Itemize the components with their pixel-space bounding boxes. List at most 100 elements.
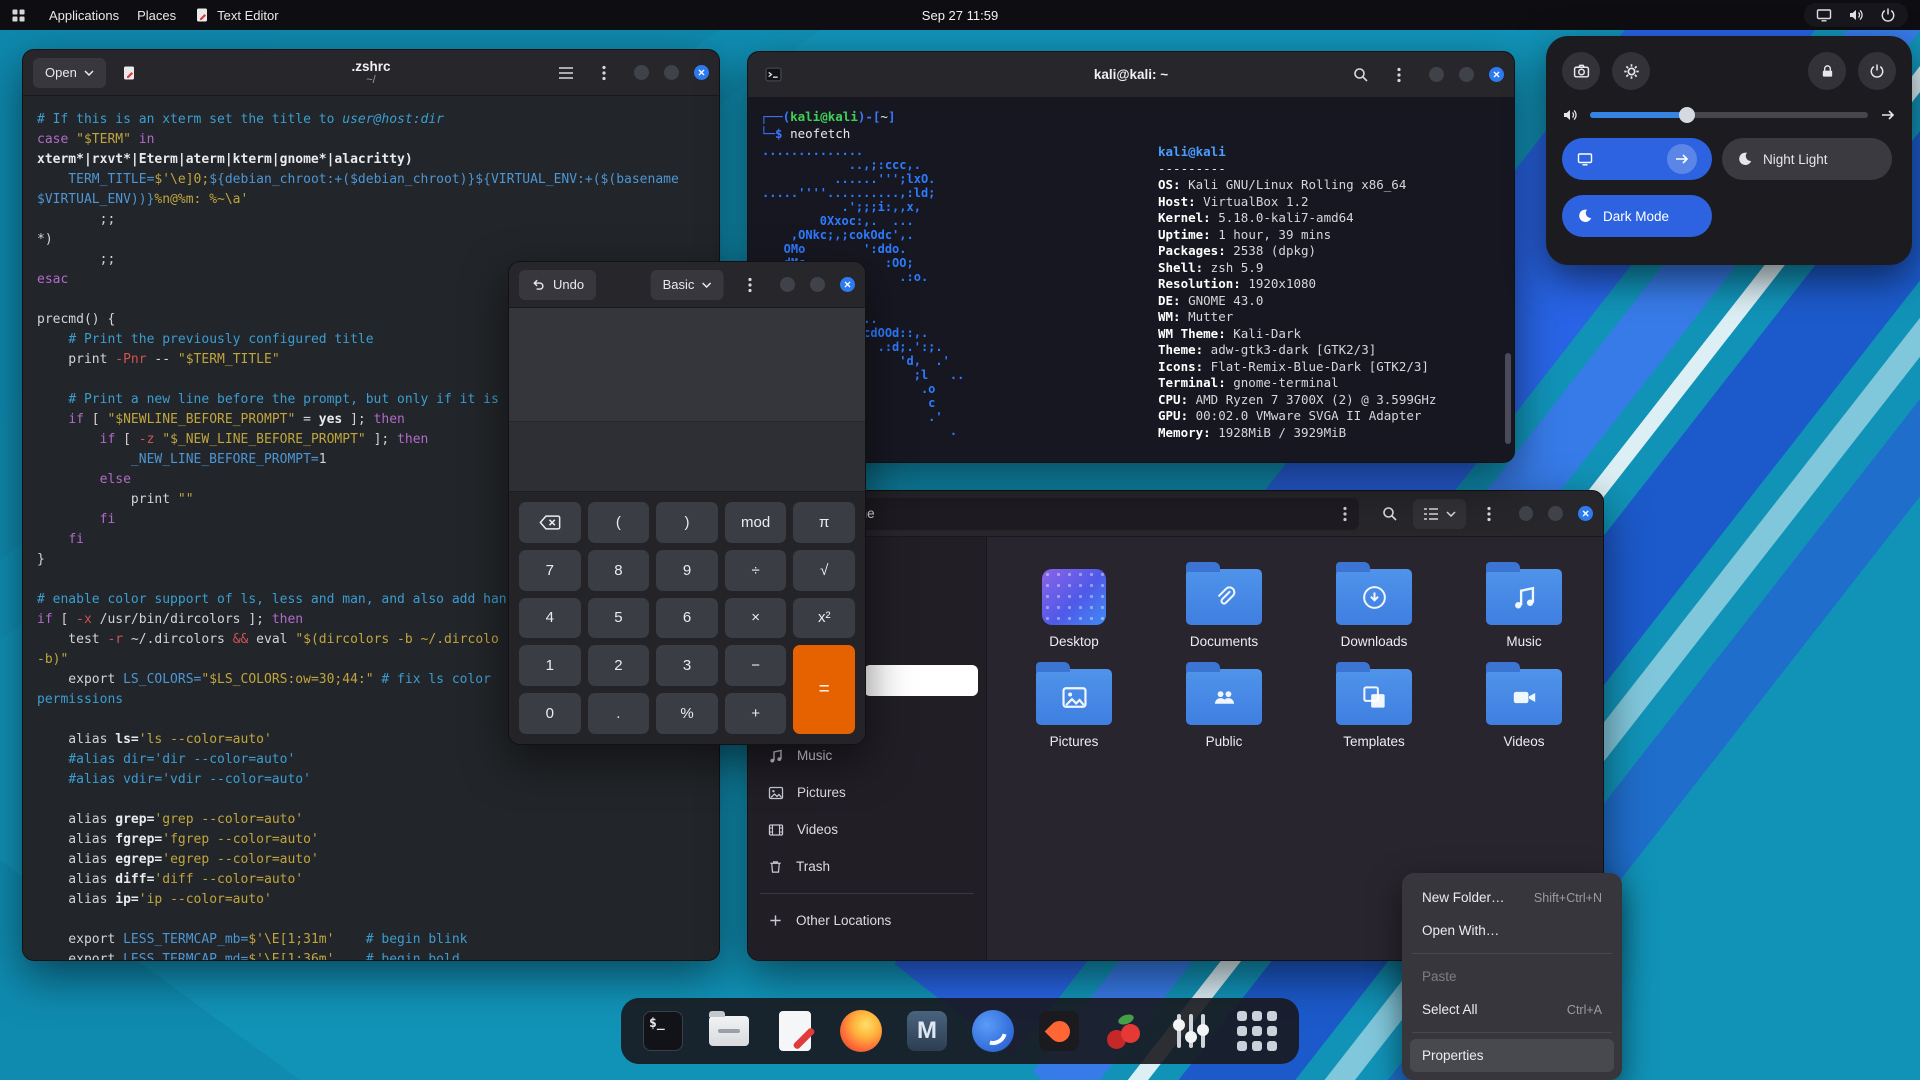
sidebar-item-trash[interactable]: Trash — [756, 848, 978, 885]
kebab-menu-button[interactable] — [1384, 60, 1414, 90]
key-6[interactable]: 6 — [656, 597, 718, 639]
key-9[interactable]: 9 — [656, 549, 718, 591]
cutter-icon[interactable] — [971, 1009, 1015, 1053]
open-button[interactable]: Open — [33, 57, 106, 88]
close-button[interactable] — [840, 277, 855, 292]
folder-pictures[interactable]: Pictures — [1013, 662, 1135, 749]
path-bar[interactable]: Home — [801, 497, 1360, 530]
key-+[interactable]: + — [724, 693, 787, 734]
search-button[interactable] — [1375, 499, 1405, 529]
volume-icon[interactable] — [1848, 7, 1864, 23]
search-entry[interactable] — [864, 665, 978, 696]
key-1[interactable]: 1 — [519, 645, 581, 687]
close-button[interactable] — [1489, 67, 1504, 82]
kebab-menu-button[interactable] — [735, 270, 765, 300]
maximize-button[interactable] — [810, 277, 825, 292]
search-button[interactable] — [1346, 60, 1376, 90]
key-mod[interactable]: mod — [724, 502, 787, 543]
settings-button[interactable] — [1612, 52, 1650, 90]
show-apps-icon[interactable] — [1235, 1009, 1279, 1053]
minimize-button[interactable] — [1518, 506, 1534, 521]
maximize-button[interactable] — [1548, 506, 1564, 521]
display-icon[interactable] — [1816, 7, 1832, 23]
key-equals[interactable]: = — [793, 645, 855, 734]
key-backspace[interactable] — [519, 502, 581, 543]
mode-dropdown[interactable]: Basic — [650, 269, 724, 300]
workspaces-icon[interactable] — [12, 8, 25, 22]
key-−[interactable]: − — [724, 645, 787, 687]
kebab-menu-button[interactable] — [1474, 499, 1504, 529]
terminal-icon[interactable]: $_ — [641, 1009, 685, 1053]
mixer-icon[interactable] — [1169, 1009, 1213, 1053]
sidebar-item-pictures[interactable]: Pictures — [756, 774, 978, 811]
key-√[interactable]: √ — [793, 549, 855, 591]
scrollbar-thumb[interactable] — [1505, 352, 1511, 444]
burpsuite-icon[interactable] — [1037, 1009, 1081, 1053]
files-icon[interactable] — [707, 1009, 751, 1053]
menu-item-properties[interactable]: Properties — [1410, 1039, 1614, 1072]
minimize-button[interactable] — [780, 277, 795, 292]
key-x²[interactable]: x² — [793, 597, 855, 639]
audio-output-arrow-icon[interactable] — [1880, 107, 1896, 123]
maximize-button[interactable] — [1459, 67, 1474, 82]
sidebar-item-other-locations[interactable]: Other Locations — [756, 902, 978, 939]
close-button[interactable] — [1578, 506, 1593, 521]
folder-documents[interactable]: Documents — [1163, 562, 1285, 649]
volume-knob[interactable] — [1679, 107, 1696, 123]
path-kebab-icon[interactable] — [1343, 506, 1347, 522]
view-toggle-button[interactable] — [1412, 498, 1466, 529]
key-π[interactable]: π — [793, 502, 855, 543]
key-2[interactable]: 2 — [587, 645, 650, 687]
menu-item-select-all[interactable]: Select All Ctrl+A — [1410, 993, 1614, 1026]
menu-text-editor[interactable]: Text Editor — [188, 4, 284, 26]
key-8[interactable]: 8 — [587, 549, 650, 591]
folder-videos[interactable]: Videos — [1463, 662, 1585, 749]
menu-item-new-folder[interactable]: New Folder… Shift+Ctrl+N — [1410, 881, 1614, 914]
cherrytree-icon[interactable] — [1103, 1009, 1147, 1053]
firefox-icon[interactable] — [839, 1009, 883, 1053]
screenshot-button[interactable] — [1562, 52, 1600, 90]
folder-music[interactable]: Music — [1463, 562, 1585, 649]
metasploit-icon[interactable]: M — [905, 1009, 949, 1053]
menu-item-paste[interactable]: Paste — [1410, 960, 1614, 993]
minimize-button[interactable] — [1429, 67, 1444, 82]
key-÷[interactable]: ÷ — [724, 549, 787, 591]
folder-public[interactable]: Public — [1163, 662, 1285, 749]
menu-item-open-with[interactable]: Open With… — [1410, 914, 1614, 947]
screen-toggle-arrow[interactable] — [1667, 144, 1697, 174]
key-×[interactable]: × — [724, 597, 787, 639]
maximize-button[interactable] — [664, 65, 679, 80]
power-icon[interactable] — [1880, 7, 1896, 23]
lock-button[interactable] — [1808, 52, 1846, 90]
key-4[interactable]: 4 — [519, 597, 581, 639]
text-editor-icon[interactable] — [773, 1009, 817, 1053]
night-light-toggle[interactable]: Night Light — [1722, 138, 1892, 180]
new-document-button[interactable] — [114, 58, 144, 88]
menu-applications[interactable]: Applications — [43, 5, 125, 26]
desktop[interactable]: Applications Places Text Editor Sep 27 11:… — [0, 0, 1920, 1080]
terminal-scrollbar[interactable] — [1504, 98, 1512, 462]
sidebar-item-videos[interactable]: Videos — [756, 811, 978, 848]
screen-toggle[interactable] — [1562, 138, 1712, 180]
key-3[interactable]: 3 — [656, 645, 718, 687]
undo-button[interactable]: Undo — [519, 269, 597, 300]
folder-templates[interactable]: Templates — [1313, 662, 1435, 749]
folder-downloads[interactable]: Downloads — [1313, 562, 1435, 649]
key-0[interactable]: 0 — [519, 693, 581, 734]
hamburger-menu-button[interactable] — [551, 58, 581, 88]
key-5[interactable]: 5 — [587, 597, 650, 639]
close-button[interactable] — [694, 65, 709, 80]
menu-places[interactable]: Places — [131, 5, 182, 26]
key-%[interactable]: % — [656, 693, 718, 734]
kebab-menu-button[interactable] — [589, 58, 619, 88]
dark-mode-toggle[interactable]: Dark Mode — [1562, 195, 1712, 237]
key-.[interactable]: . — [587, 693, 650, 734]
minimize-button[interactable] — [634, 65, 649, 80]
key-7[interactable]: 7 — [519, 549, 581, 591]
key-([interactable]: ( — [587, 502, 650, 543]
power-button[interactable] — [1858, 52, 1896, 90]
volume-slider[interactable] — [1590, 107, 1868, 123]
topbar-status-icons[interactable] — [1804, 3, 1908, 27]
clock[interactable]: Sep 27 11:59 — [922, 8, 998, 23]
key-)[interactable]: ) — [656, 502, 718, 543]
